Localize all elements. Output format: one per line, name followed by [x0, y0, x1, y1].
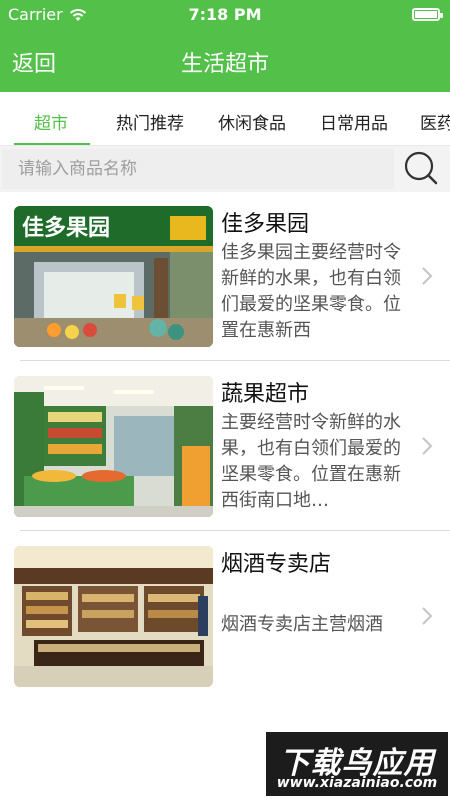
watermark-url: www.xiazainiao.com — [276, 775, 438, 791]
tab-medicine[interactable]: 医药 — [420, 109, 450, 134]
search-button[interactable] — [396, 146, 450, 192]
grocery-store-photo — [14, 376, 213, 517]
battery-level — [415, 11, 437, 18]
store-name: 烟酒专卖店 — [221, 552, 332, 577]
back-button[interactable]: 返回 — [12, 46, 56, 78]
chevron-right-icon — [422, 267, 433, 285]
search-icon — [404, 151, 438, 185]
store-description: 烟酒专卖店主营烟酒 — [221, 614, 383, 635]
divider — [20, 360, 450, 361]
page-title: 生活超市 — [180, 52, 269, 77]
divider — [20, 530, 450, 531]
search-bar — [0, 146, 450, 192]
search-input[interactable] — [2, 149, 394, 189]
list-item[interactable]: 烟酒专卖店 烟酒专卖店主营烟酒 — [0, 532, 450, 702]
store-description: 佳多果园主要经营时令新鲜的水果，也有白领们最爱的坚果零食。位置在惠新西 — [221, 242, 401, 341]
fruit-shop-photo: 佳多果园 — [14, 206, 213, 347]
chevron-right-icon — [422, 607, 433, 625]
status-bar: Carrier 7:18 PM — [0, 0, 450, 30]
watermark-logo: 下载鸟应用 www.xiazainiao.com — [266, 732, 448, 796]
tab-supermarket[interactable]: 超市 — [34, 109, 68, 134]
chevron-right-icon — [422, 437, 433, 455]
tab-snack-food[interactable]: 休闲食品 — [218, 109, 286, 134]
active-tab-indicator — [14, 143, 90, 145]
list-item[interactable]: 佳多果园 佳多果园 佳多果园主要经营时令新鲜的水果，也有白领们最爱的坚果零食。位… — [0, 192, 450, 362]
battery-icon — [412, 8, 443, 21]
shop-sign-text: 佳多果园 — [22, 215, 110, 241]
store-name: 佳多果园 — [221, 212, 310, 237]
nav-bar: 返回 生活超市 — [0, 30, 450, 92]
store-description: 主要经营时令新鲜的水果，也有白领们最爱的坚果零食。位置在惠新西街南口地… — [221, 412, 401, 511]
list-item[interactable]: 蔬果超市 主要经营时令新鲜的水果，也有白领们最爱的坚果零食。位置在惠新西街南口地… — [0, 362, 450, 532]
tab-daily-goods[interactable]: 日常用品 — [320, 109, 388, 134]
store-name: 蔬果超市 — [221, 382, 310, 407]
tab-hot-recommend[interactable]: 热门推荐 — [116, 109, 184, 134]
status-time: 7:18 PM — [188, 5, 262, 24]
store-thumbnail — [14, 546, 213, 687]
category-tabs: 超市 热门推荐 休闲食品 日常用品 医药 — [0, 92, 450, 146]
store-thumbnail: 佳多果园 — [14, 206, 213, 347]
store-thumbnail — [14, 376, 213, 517]
liquor-store-photo — [14, 546, 213, 687]
